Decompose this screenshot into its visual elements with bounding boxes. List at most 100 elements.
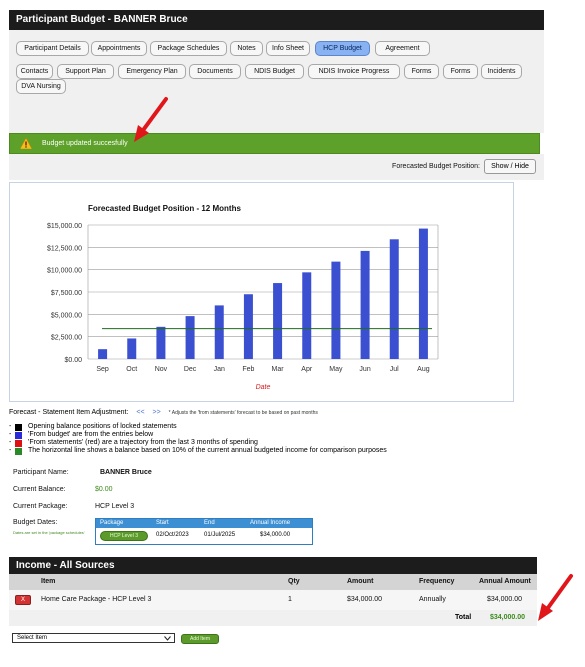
total-label: Total xyxy=(455,614,472,621)
adjust-next-button[interactable]: >> xyxy=(153,409,161,416)
current-balance: $0.00 xyxy=(95,486,113,493)
budget-dates-label: Budget Dates: xyxy=(13,519,58,526)
dates-col-income: Annual Income xyxy=(250,520,291,526)
y-tick-label: $15,000.00 xyxy=(47,223,82,230)
y-tick-label: $10,000.00 xyxy=(47,268,82,275)
income-qty: 1 xyxy=(288,596,292,603)
tab-emergency-plan[interactable]: Emergency Plan xyxy=(118,64,186,79)
legend-item: - The horizontal line shows a balance bas… xyxy=(9,447,387,455)
tab-dva-nursing[interactable]: DVA Nursing xyxy=(16,79,66,94)
legend-swatch xyxy=(15,439,22,447)
adjust-prev-button[interactable]: << xyxy=(136,409,144,416)
tab-package-schedules[interactable]: Package Schedules xyxy=(150,41,227,56)
legend-swatch xyxy=(15,423,22,431)
bar xyxy=(360,250,370,359)
dates-end: 01/Jul/2025 xyxy=(204,532,236,538)
x-tick-label: Feb xyxy=(242,366,254,373)
select-item-value: Select Item xyxy=(17,635,48,641)
tab-agreement[interactable]: Agreement xyxy=(375,41,430,56)
tab-ndis-invoice-progress[interactable]: NDIS Invoice Progress xyxy=(308,64,400,79)
bar xyxy=(214,305,224,359)
bar xyxy=(185,316,195,359)
income-amount: $34,000.00 xyxy=(347,596,383,603)
legend-text: The horizontal line shows a balance base… xyxy=(28,447,387,454)
forecast-toggle-row: Forecasted Budget Position: Show / Hide xyxy=(9,154,544,180)
adjustment-label: Forecast - Statement Item Adjustment: xyxy=(9,409,129,416)
income-frequency: Annually xyxy=(419,596,446,603)
col-amount: Amount xyxy=(347,578,374,585)
dates-start: 02/Oct/2023 xyxy=(156,532,189,538)
income-total-row: Total $34,000.00 xyxy=(9,610,537,626)
success-alert: Budget updated succesfully xyxy=(9,133,540,154)
total-value: $34,000.00 xyxy=(490,614,526,621)
tab-contacts[interactable]: Contacts xyxy=(16,64,53,79)
x-tick-label: Apr xyxy=(301,366,313,373)
tab-forms-2[interactable]: Forms xyxy=(443,64,478,79)
bar xyxy=(273,283,283,359)
adjustment-row: Forecast - Statement Item Adjustment: <<… xyxy=(9,409,318,416)
bar xyxy=(389,239,399,359)
current-package-label: Current Package: xyxy=(13,503,68,510)
participant-name-label: Participant Name: xyxy=(13,469,69,476)
x-tick-label: Dec xyxy=(184,366,197,373)
annotation-arrow-icon xyxy=(134,97,168,142)
participant-name: BANNER Bruce xyxy=(100,469,152,476)
legend-swatch xyxy=(15,447,22,455)
income-item: Home Care Package - HCP Level 3 xyxy=(41,596,152,603)
chart-title: Forecasted Budget Position - 12 Months xyxy=(88,204,241,213)
col-qty: Qty xyxy=(288,578,300,585)
x-tick-label: May xyxy=(329,366,343,373)
tab-appointments[interactable]: Appointments xyxy=(91,41,147,56)
dates-col-package: Package xyxy=(100,520,124,526)
x-tick-label: Nov xyxy=(155,366,168,373)
tab-forms[interactable]: Forms xyxy=(404,64,439,79)
package-pill[interactable]: HCP Level 3 xyxy=(100,531,148,541)
bar xyxy=(98,349,108,359)
income-section-title: Income - All Sources xyxy=(9,557,537,574)
x-tick-label: Jun xyxy=(359,366,370,373)
current-balance-label: Current Balance: xyxy=(13,486,66,493)
legend-item: - Opening balance positions of locked sta… xyxy=(9,423,177,431)
legend-text: 'From budget' are from the entries below xyxy=(28,431,154,438)
x-axis-label: Date xyxy=(256,384,271,391)
bar xyxy=(418,228,428,359)
legend-item: - 'From budget' are from the entries belo… xyxy=(9,431,154,439)
show-hide-button[interactable]: Show / Hide xyxy=(484,159,536,174)
tab-bar: Participant Details Appointments Package… xyxy=(9,30,544,100)
tab-participant-details[interactable]: Participant Details xyxy=(16,41,89,56)
adjustment-note: * Adjusts the 'from statements' forecast… xyxy=(168,410,318,416)
forecast-chart: Forecasted Budget Position - 12 Months $0… xyxy=(9,182,514,402)
tab-ndis-budget[interactable]: NDIS Budget xyxy=(245,64,304,79)
x-tick-label: Mar xyxy=(272,366,285,373)
chart-legend: - Opening balance positions of locked sta… xyxy=(9,423,387,455)
add-item-button[interactable]: Add Item xyxy=(181,634,219,644)
chevron-down-icon xyxy=(164,636,171,641)
tab-info-sheet[interactable]: Info Sheet xyxy=(266,41,310,56)
bar xyxy=(302,272,312,359)
col-frequency: Frequency xyxy=(419,578,455,585)
y-tick-label: $0.00 xyxy=(64,357,82,364)
forecast-label: Forecasted Budget Position: xyxy=(392,163,480,170)
table-row: X Home Care Package - HCP Level 3 1 $34,… xyxy=(9,590,537,610)
tab-support-plan[interactable]: Support Plan xyxy=(57,64,114,79)
annotation-arrow-icon xyxy=(538,574,573,621)
x-tick-label: Sep xyxy=(96,366,109,373)
bar xyxy=(331,261,341,359)
income-table-header: Item Qty Amount Frequency Annual Amount xyxy=(9,574,537,590)
dates-table-row: HCP Level 3 02/Oct/2023 01/Jul/2025 $34,… xyxy=(96,528,312,544)
tab-notes[interactable]: Notes xyxy=(230,41,263,56)
legend-swatch xyxy=(15,431,22,439)
remove-item-button[interactable]: X xyxy=(15,595,31,605)
tab-documents[interactable]: Documents xyxy=(189,64,241,79)
income-annual: $34,000.00 xyxy=(487,596,523,603)
tab-incidents[interactable]: Incidents xyxy=(481,64,522,79)
tab-hcp-budget[interactable]: HCP Budget xyxy=(315,41,370,56)
budget-dates-note: Dates are set in the 'package schedules' xyxy=(13,530,85,535)
col-item: Item xyxy=(41,578,56,585)
bar xyxy=(127,338,137,359)
bar xyxy=(156,326,166,359)
chart-svg: Forecasted Budget Position - 12 Months $0… xyxy=(47,204,439,391)
x-tick-label: Aug xyxy=(417,366,430,373)
select-item-dropdown[interactable]: Select Item xyxy=(12,633,175,643)
dates-income: $34,000.00 xyxy=(260,532,291,538)
